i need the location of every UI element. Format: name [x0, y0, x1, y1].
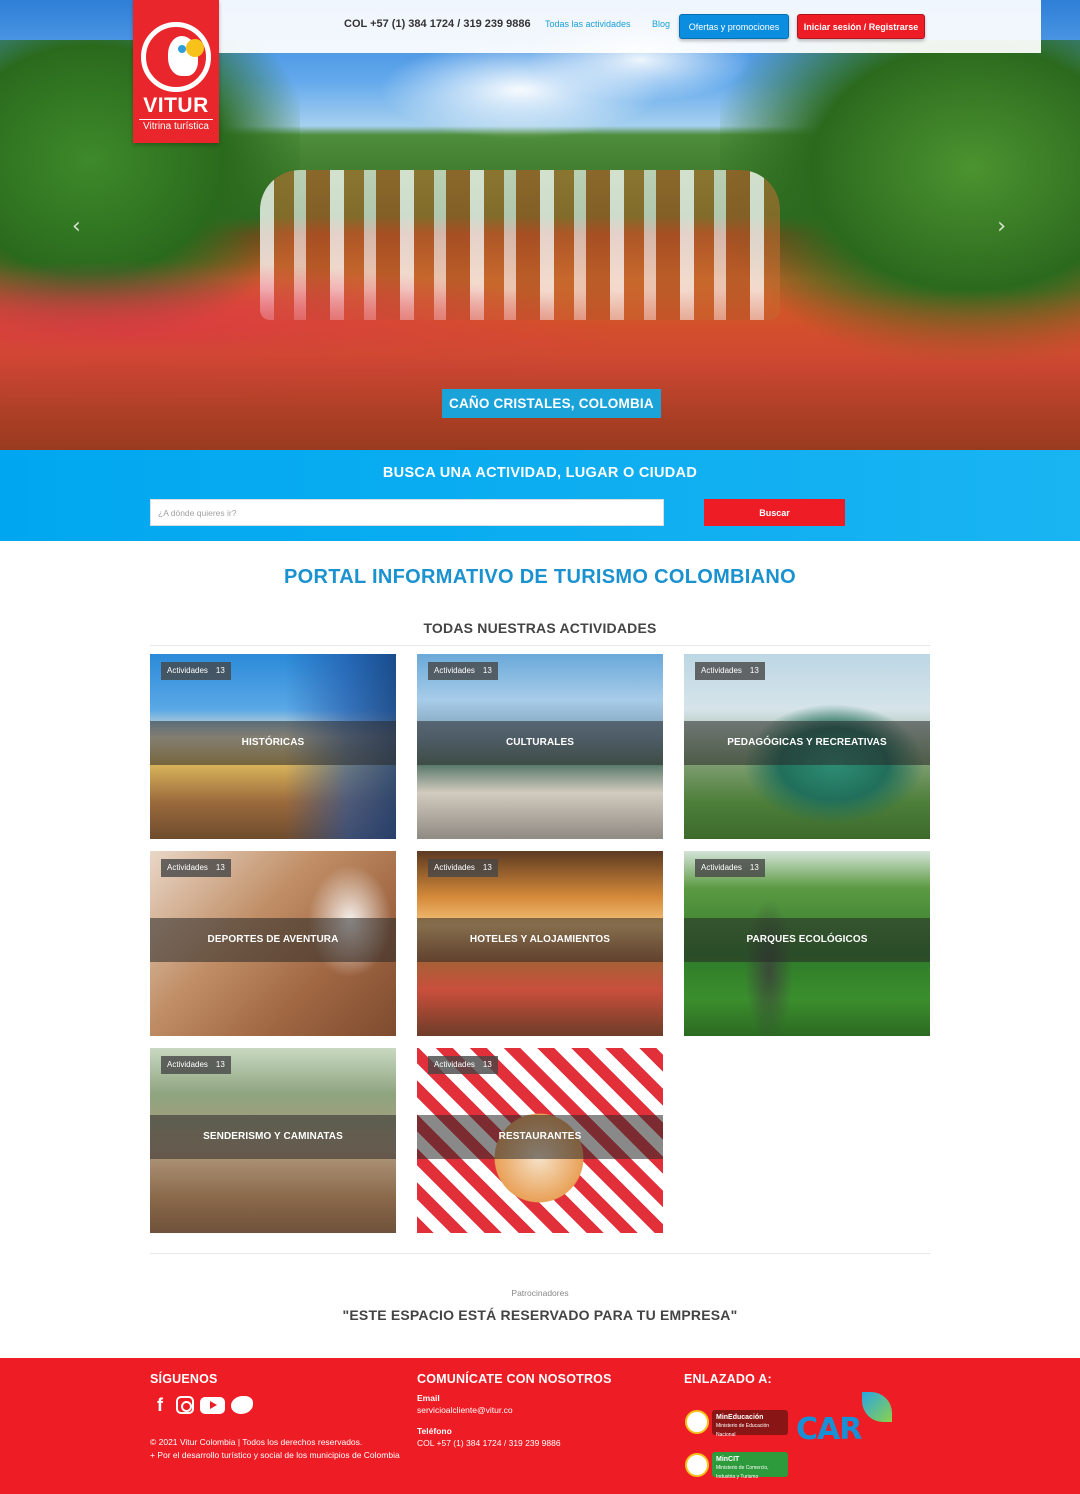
category-card-restaurantes[interactable]: Actividades 13 RESTAURANTES	[417, 1048, 663, 1233]
social-links: f	[150, 1395, 253, 1415]
divider	[150, 645, 931, 646]
car-logo[interactable]: CAR	[796, 1412, 862, 1447]
header-phone: COL +57 (1) 384 1724 / 319 239 9886	[344, 18, 531, 30]
vitur-logo[interactable]: VITUR Vitrina turística	[133, 0, 219, 143]
brand-tagline: Vitrina turística	[139, 119, 213, 132]
mission-line: + Por el desarrollo turístico y social d…	[150, 1449, 400, 1460]
activities-badge: Actividades 13	[695, 859, 765, 877]
category-card-historicas[interactable]: Actividades 13 HISTÓRICAS	[150, 654, 396, 839]
copyright-line: © 2021 Vitur Colombia | Todos los derech…	[150, 1437, 363, 1447]
sponsors-label: Patrocinadores	[511, 1288, 569, 1298]
brand-name: VITUR	[143, 94, 209, 117]
divider	[150, 1253, 931, 1254]
contact-title: COMUNÍCATE CON NOSOTROS	[417, 1372, 612, 1386]
nav-blog[interactable]: Blog	[652, 19, 670, 29]
category-card-parques[interactable]: Actividades 13 PARQUES ECOLÓGICOS	[684, 851, 930, 1036]
category-label: RESTAURANTES	[498, 1131, 582, 1142]
nav-all-activities[interactable]: Todas las actividades	[545, 19, 631, 29]
follow-title: SÍGUENOS	[150, 1372, 218, 1386]
search-button[interactable]: Buscar	[704, 499, 845, 526]
colombia-seal-icon	[685, 1410, 709, 1434]
category-card-culturales[interactable]: Actividades 13 CULTURALES	[417, 654, 663, 839]
activities-badge: Actividades 13	[428, 662, 498, 680]
search-section: BUSCA UNA ACTIVIDAD, LUGAR O CIUDAD Busc…	[0, 450, 1080, 541]
category-card-pedagogicas[interactable]: Actividades 13 PEDAGÓGICAS Y RECREATIVAS	[684, 654, 930, 839]
email-label: Email	[417, 1393, 440, 1403]
category-label: HOTELES Y ALOJAMIENTOS	[469, 934, 611, 945]
category-card-deportes[interactable]: Actividades 13 DEPORTES DE AVENTURA	[150, 851, 396, 1036]
mincit-logo[interactable]: MinCIT Ministerio de Comercio, Industria …	[712, 1452, 788, 1480]
email-link[interactable]: servicioalcliente@vitur.co	[417, 1405, 513, 1415]
category-label: PEDAGÓGICAS Y RECREATIVAS	[727, 737, 887, 748]
category-card-hoteles[interactable]: Actividades 13 HOTELES Y ALOJAMIENTOS	[417, 851, 663, 1036]
chevron-right-icon[interactable]: ›	[997, 214, 1006, 239]
mineducacion-logo[interactable]: MinEducación Ministerio de Educación Naci…	[712, 1410, 788, 1438]
offers-button[interactable]: Ofertas y promociones	[679, 14, 789, 39]
category-label: PARQUES ECOLÓGICOS	[746, 934, 868, 945]
logo-circle	[141, 22, 211, 92]
instagram-icon[interactable]	[176, 1396, 194, 1414]
category-card-senderismo[interactable]: Actividades 13 SENDERISMO Y CAMINATAS	[150, 1048, 396, 1233]
parrot-beak	[186, 39, 204, 57]
category-label: SENDERISMO Y CAMINATAS	[203, 1131, 343, 1142]
category-label: HISTÓRICAS	[241, 737, 305, 748]
linked-title: ENLAZADO A:	[684, 1372, 772, 1386]
activities-badge: Actividades 13	[695, 662, 765, 680]
facebook-icon[interactable]: f	[150, 1395, 170, 1415]
category-label: DEPORTES DE AVENTURA	[207, 934, 339, 945]
activities-badge: Actividades 13	[161, 1056, 231, 1074]
category-label: CULTURALES	[505, 737, 575, 748]
search-title: BUSCA UNA ACTIVIDAD, LUGAR O CIUDAD	[382, 465, 698, 481]
hero-caption: CAÑO CRISTALES, COLOMBIA	[442, 389, 661, 418]
parrot-eye	[178, 45, 186, 53]
youtube-icon[interactable]	[200, 1396, 225, 1414]
activities-badge: Actividades 13	[428, 1056, 498, 1074]
search-input[interactable]	[150, 499, 664, 526]
activities-badge: Actividades 13	[428, 859, 498, 877]
colombia-seal-icon	[685, 1453, 709, 1477]
activities-badge: Actividades 13	[161, 859, 231, 877]
portal-title: PORTAL INFORMATIVO DE TURISMO COLOMBIANO	[284, 566, 796, 588]
twitter-icon[interactable]	[231, 1396, 253, 1414]
activities-title: TODAS NUESTRAS ACTIVIDADES	[423, 620, 657, 636]
login-register-button[interactable]: Iniciar sesión / Registrarse	[797, 14, 925, 39]
chevron-left-icon[interactable]: ‹	[72, 214, 81, 239]
footer-phone: COL +57 (1) 384 1724 / 319 239 9886	[417, 1438, 561, 1448]
activities-badge: Actividades 13	[161, 662, 231, 680]
copyright: © 2021 Vitur Colombia | Todos los derech…	[150, 1436, 400, 1461]
hero-image-rocks	[0, 290, 1080, 450]
car-leaf-icon	[862, 1392, 892, 1422]
footer: SÍGUENOS f © 2021 Vitur Colombia | Todos…	[0, 1358, 1080, 1494]
phone-label: Teléfono	[417, 1426, 452, 1436]
sponsors-placeholder-text: "ESTE ESPACIO ESTÁ RESERVADO PARA TU EMP…	[342, 1307, 738, 1323]
